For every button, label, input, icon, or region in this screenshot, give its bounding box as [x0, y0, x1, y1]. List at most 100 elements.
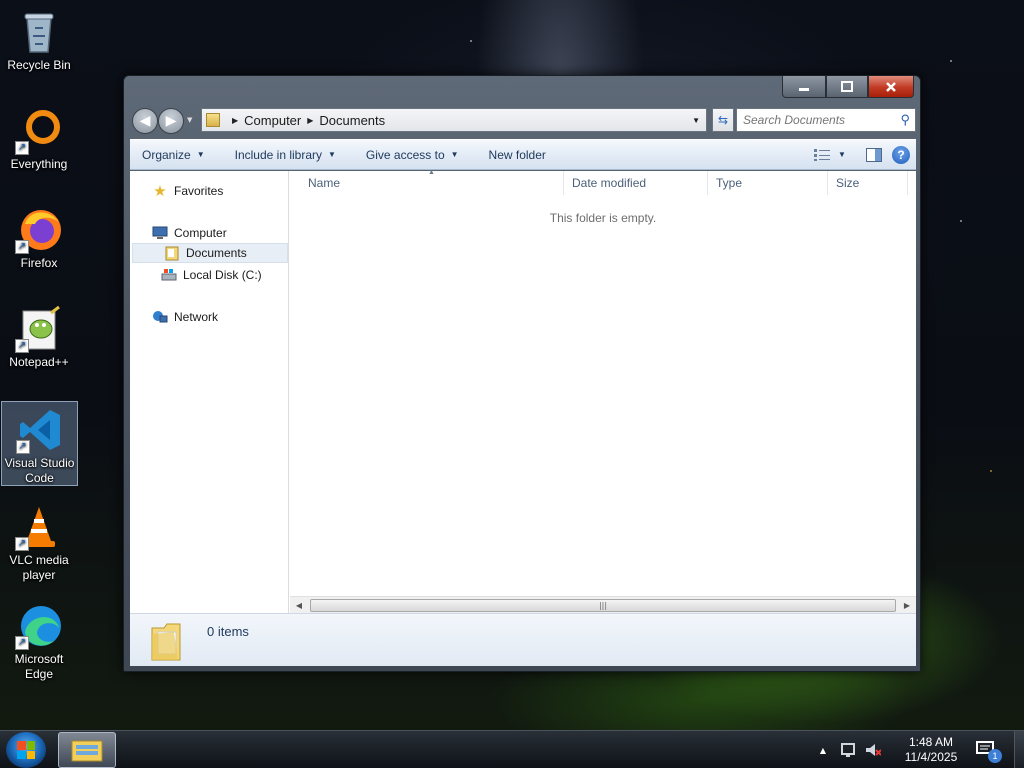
preview-pane-icon [866, 147, 882, 162]
vlc-icon: ↗ [15, 503, 63, 551]
column-header-label: Size [836, 176, 860, 190]
maximize-icon [841, 80, 853, 92]
column-header-type[interactable]: Type [708, 171, 828, 195]
caption-buttons [782, 76, 914, 98]
desktop-icon-label: Visual Studio Code [4, 456, 75, 485]
scroll-left-icon[interactable]: ◀ [292, 599, 306, 612]
column-header-date-modified[interactable]: Date modified [564, 171, 708, 195]
folder-icon [206, 113, 220, 127]
chevron-down-icon: ▼ [196, 150, 205, 159]
help-button[interactable]: ? [892, 145, 910, 164]
address-dropdown-icon[interactable]: ▼ [692, 116, 700, 125]
nav-item-computer[interactable]: Computer [130, 223, 288, 243]
help-icon: ? [897, 147, 905, 162]
include-in-library-label: Include in library [234, 147, 322, 162]
firefox-icon: ↗ [15, 206, 63, 254]
nav-item-documents[interactable]: Documents [132, 243, 288, 263]
notepad-plus-plus-icon: ↗ [15, 305, 63, 353]
notification-count-badge: 1 [988, 749, 1002, 763]
column-header-size[interactable]: Size [828, 171, 908, 195]
taskbar-explorer-button[interactable] [58, 732, 116, 768]
shortcut-arrow-icon: ↗ [15, 636, 29, 650]
search-box[interactable]: ⚲ [736, 108, 916, 132]
include-in-library-button[interactable]: Include in library ▼ [217, 140, 348, 169]
column-header-label: Date modified [572, 176, 647, 190]
minimize-icon [799, 87, 809, 91]
recent-pages-dropdown[interactable]: ▼ [187, 116, 192, 124]
large-folder-icon [151, 623, 181, 661]
give-access-to-button[interactable]: Give access to ▼ [348, 140, 471, 169]
search-input[interactable] [743, 113, 913, 127]
desktop-icon-firefox[interactable]: ↗ Firefox [0, 202, 78, 288]
chevron-down-icon: ▼ [450, 150, 459, 159]
minimize-button[interactable] [782, 76, 826, 98]
chevron-down-icon: ▼ [838, 150, 846, 159]
breadcrumb-documents[interactable]: Documents [319, 113, 385, 128]
scrollbar-thumb[interactable]: ||| [310, 599, 896, 612]
desktop-icon-everything[interactable]: ↗ Everything [0, 103, 78, 189]
arrow-left-icon: ◀ [139, 113, 151, 129]
refresh-icon: ⇆ [717, 113, 729, 127]
preview-pane-button[interactable] [864, 146, 884, 164]
column-headers: ▲ Name Date modified Type Size [290, 169, 916, 195]
close-icon [886, 81, 896, 92]
column-header-label: Name [308, 176, 341, 190]
computer-icon [152, 225, 168, 241]
start-button[interactable] [6, 732, 46, 768]
give-access-to-label: Give access to [365, 147, 445, 162]
desktop-icon-label: Notepad++ [9, 355, 69, 369]
desktop-icon-label: VLC media player [9, 553, 69, 582]
nav-item-favorites[interactable]: ★ Favorites [130, 181, 288, 201]
desktop-icon-vscode[interactable]: ↗ Visual Studio Code [1, 401, 78, 486]
windows-logo-icon [17, 741, 35, 759]
details-pane: 0 items [130, 613, 916, 666]
breadcrumb-computer[interactable]: Computer [244, 113, 301, 128]
scroll-right-icon[interactable]: ▶ [900, 599, 914, 612]
refresh-button[interactable]: ⇆ [712, 108, 734, 132]
address-bar[interactable]: ▶ Computer ▶ Documents ▼ [201, 108, 707, 132]
maximize-button[interactable] [826, 76, 868, 98]
notifications-button[interactable]: 1 [976, 741, 1002, 763]
view-list-icon [814, 148, 831, 161]
search-icon[interactable]: ⚲ [900, 112, 910, 128]
volume-muted-icon[interactable] [865, 742, 882, 758]
forward-button[interactable]: ▶ [158, 108, 184, 134]
show-hidden-icons-icon[interactable]: ▲ [820, 746, 826, 755]
clock-date: 11/4/2025 [904, 750, 958, 764]
organize-label: Organize [142, 147, 191, 162]
close-button[interactable] [868, 76, 914, 98]
empty-folder-message: This folder is empty. [549, 211, 657, 225]
nav-item-local-disk[interactable]: Local Disk (C:) [130, 265, 288, 285]
show-desktop-button[interactable] [1014, 731, 1024, 768]
shortcut-arrow-icon: ↗ [15, 537, 29, 551]
desktop-icon-notepad-plus-plus[interactable]: ↗ Notepad++ [0, 301, 78, 387]
explorer-folder-icon [71, 740, 103, 762]
nav-item-label: Network [174, 310, 219, 324]
desktop-icon-label: Recycle Bin [7, 58, 71, 72]
documents-folder-icon [164, 245, 180, 261]
desktop-icon-vlc[interactable]: ↗ VLC media player [0, 499, 78, 585]
hard-drive-icon [161, 267, 177, 283]
file-list: ▲ Name Date modified Type Size This fold… [290, 169, 916, 613]
new-folder-button[interactable]: New folder [471, 140, 558, 169]
organize-button[interactable]: Organize ▼ [130, 140, 217, 169]
desktop-icon-recycle-bin[interactable]: Recycle Bin [0, 4, 78, 90]
content-area: ★ Favorites Computer Documents Local Dis… [130, 169, 916, 613]
vscode-icon: ↗ [15, 406, 64, 454]
change-view-button[interactable]: ▼ [812, 146, 848, 164]
back-button[interactable]: ◀ [132, 108, 158, 134]
shortcut-arrow-icon: ↗ [15, 339, 29, 353]
breadcrumb-separator-icon[interactable]: ▶ [307, 116, 313, 125]
clock-time: 1:48 AM [908, 735, 954, 749]
nav-item-network[interactable]: Network [130, 307, 288, 327]
horizontal-scrollbar[interactable]: ◀ ||| ▶ [290, 596, 916, 613]
arrow-right-icon: ▶ [165, 113, 177, 129]
clock[interactable]: 1:48 AM 11/4/2025 [896, 735, 966, 765]
nav-item-label: Computer [174, 226, 227, 240]
star-icon: ★ [153, 183, 167, 200]
desktop-icon-edge[interactable]: ↗ Microsoft Edge [0, 598, 78, 684]
breadcrumb-separator-icon[interactable]: ▶ [232, 116, 238, 125]
column-header-name[interactable]: Name [292, 171, 564, 195]
action-center-flag-icon[interactable] [840, 742, 856, 758]
explorer-window: ◀ ▶ ▼ ▶ Computer ▶ Documents ▼ ⇆ ⚲ Organ… [123, 75, 921, 672]
